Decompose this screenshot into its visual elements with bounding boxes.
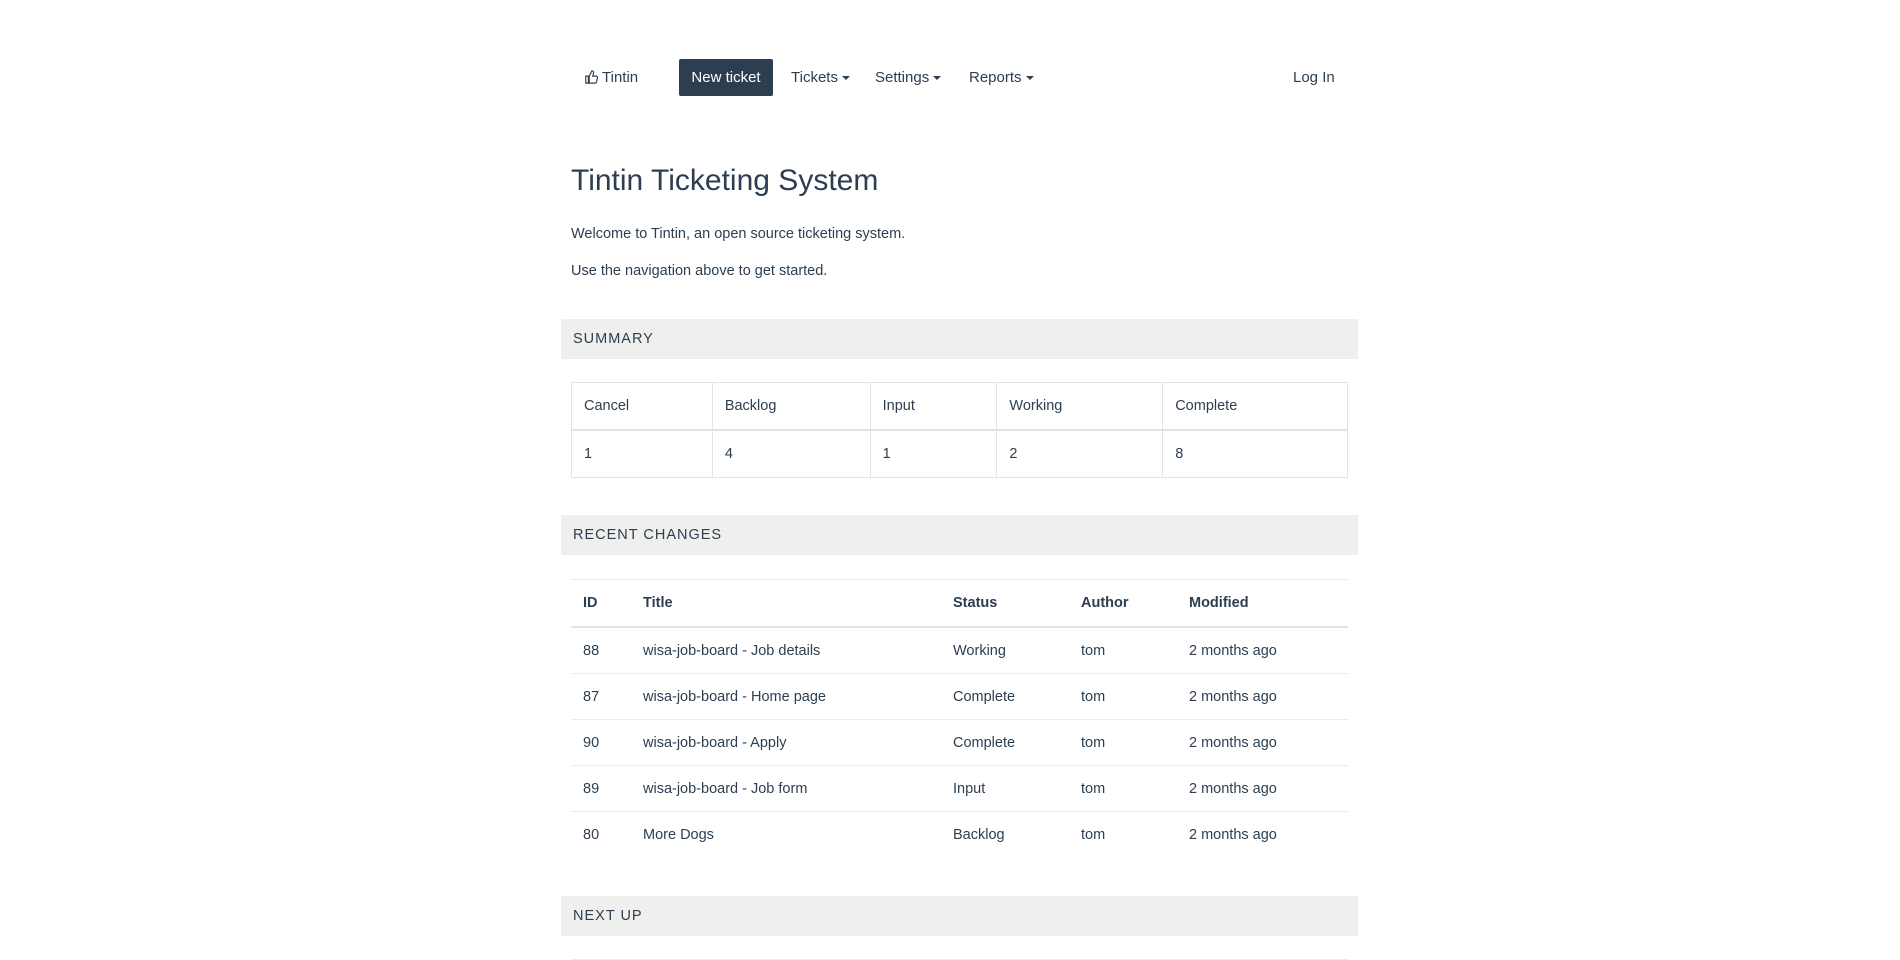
reports-label: Reports [969,69,1022,86]
summary-header-cell: Input [869,382,998,431]
caret-down-icon [1025,76,1034,81]
ticket-status: Input [941,765,1069,812]
ticket-author: tom [1069,765,1177,812]
summary-section-header: SUMMARY [561,319,1358,359]
summary-value-row: 1 4 1 2 8 [571,429,1348,478]
caret-down-icon [933,76,942,81]
table-row[interactable]: 89 wisa-job-board - Job form Input tom 2… [571,765,1348,812]
summary-header-cell: Working [996,382,1164,431]
column-header-author: Author [1069,579,1177,628]
summary-header-cell: Backlog [711,382,871,431]
table-row[interactable]: 80 More Dogs Backlog tom 2 months ago [571,812,1348,858]
settings-label: Settings [875,69,930,86]
summary-value-cell: 4 [711,429,871,478]
table-row[interactable]: 87 wisa-job-board - Home page Complete t… [571,673,1348,720]
tickets-label: Tickets [791,69,838,86]
brand-link[interactable]: Tintin [584,59,638,96]
ticket-status: Complete [941,673,1069,720]
ticket-modified: 2 months ago [1177,627,1348,674]
tickets-dropdown[interactable]: Tickets [791,59,850,96]
table-row[interactable]: 90 wisa-job-board - Apply Complete tom 2… [571,719,1348,766]
ticket-status: Working [941,627,1069,674]
ticket-title[interactable]: wisa-job-board - Job form [631,765,941,812]
ticket-id[interactable]: 90 [571,719,631,766]
summary-header-cell: Complete [1162,382,1348,431]
summary-value-cell: 1 [571,429,713,478]
column-header-modified: Modified [1177,579,1348,628]
ticket-modified: 2 months ago [1177,719,1348,766]
summary-table: Cancel Backlog Input Working Complete 1 … [571,382,1348,478]
column-header-id: ID [571,579,631,628]
next-up-section-header: NEXT UP [561,896,1358,936]
recent-changes-section-header: RECENT CHANGES [561,515,1358,555]
summary-value-cell: 8 [1162,429,1348,478]
table-row[interactable]: 88 wisa-job-board - Job details Working … [571,627,1348,674]
ticket-status: Complete [941,719,1069,766]
brand-label: Tintin [602,69,639,86]
intro-text-2: Use the navigation above to get started. [571,263,828,279]
ticket-author: tom [1069,627,1177,674]
ticket-title[interactable]: wisa-job-board - Apply [631,719,941,766]
navbar: Tintin New ticket Tickets Settings Repor… [561,59,1358,96]
summary-value-cell: 2 [996,429,1164,478]
ticket-modified: 2 months ago [1177,673,1348,720]
column-header-status: Status [941,579,1069,628]
summary-value-cell: 1 [869,429,998,478]
column-header-title: Title [631,579,941,628]
login-link[interactable]: Log In [1293,59,1335,96]
ticket-modified: 2 months ago [1177,765,1348,812]
summary-heading: SUMMARY [573,331,654,347]
page-title: Tintin Ticketing System [571,164,879,197]
ticket-modified: 2 months ago [1189,826,1277,843]
intro-text: Welcome to Tintin, an open source ticket… [571,226,906,242]
next-up-heading: NEXT UP [573,908,643,924]
ticket-author: tom [1069,673,1177,720]
ticket-id[interactable]: 80 [571,812,631,858]
ticket-status: Backlog [953,826,1005,843]
summary-header-cell: Cancel [571,382,713,431]
ticket-author: tom [1069,719,1177,766]
ticket-id[interactable]: 87 [571,673,631,720]
ticket-title[interactable]: More Dogs [631,812,941,858]
settings-dropdown[interactable]: Settings [875,59,942,96]
new-ticket-button[interactable]: New ticket [679,59,773,96]
ticket-title[interactable]: wisa-job-board - Home page [631,673,941,720]
ticket-id[interactable]: 89 [571,765,631,812]
ticket-author: tom [1081,826,1106,843]
caret-down-icon [841,76,850,81]
summary-header-row: Cancel Backlog Input Working Complete [571,382,1348,431]
thumbs-up-icon [585,70,599,84]
reports-dropdown[interactable]: Reports [969,59,1034,96]
table-header-row: ID Title Status Author Modified [571,579,1348,628]
ticket-title[interactable]: wisa-job-board - Job details [631,627,941,674]
recent-changes-table: ID Title Status Author Modified 88 wisa-… [571,579,1348,857]
recent-changes-heading: RECENT CHANGES [573,527,723,543]
ticket-id[interactable]: 88 [571,627,631,674]
